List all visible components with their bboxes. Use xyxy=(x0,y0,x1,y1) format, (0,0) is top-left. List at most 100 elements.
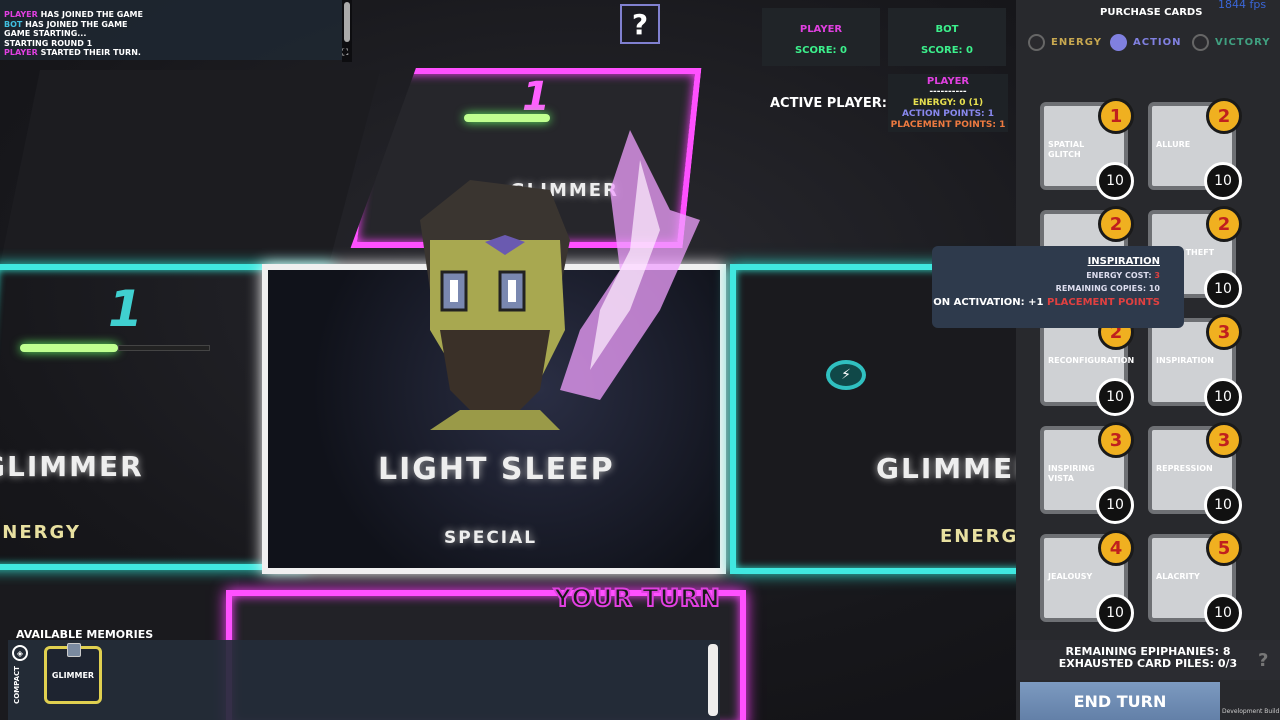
center-card-type: SPECIAL xyxy=(444,528,538,548)
log-entry: STARTING ROUND 1 xyxy=(4,39,352,49)
memories-scrollbar[interactable] xyxy=(708,644,718,716)
log-scroll-thumb[interactable] xyxy=(344,2,350,42)
log-entry: PLAYER HAS JOINED THE GAME xyxy=(4,10,352,20)
compact-label: COMPACT xyxy=(12,666,21,704)
purchase-card-name: INSPIRING VISTA xyxy=(1048,464,1095,483)
log-entry-actor: PLAYER xyxy=(4,48,38,57)
fps-counter: 1844 fps xyxy=(1218,0,1267,11)
purchase-card-copies: 10 xyxy=(1204,162,1242,200)
log-entry: GAME STARTING... xyxy=(4,29,352,39)
card-tooltip: INSPIRATION ENERGY COST: 3 REMAINING COP… xyxy=(932,246,1184,328)
memory-card[interactable]: GLIMMER xyxy=(44,643,102,704)
left-card-energy-bar xyxy=(20,344,118,352)
filter-victory[interactable]: VICTORY xyxy=(1192,34,1271,51)
exhausted-piles: EXHAUSTED CARD PILES: 0/3 xyxy=(1058,657,1238,670)
expand-log-icon[interactable]: ⛶ xyxy=(342,48,352,58)
log-entry-actor: PLAYER xyxy=(4,10,38,19)
purchase-card-cost: 3 xyxy=(1206,314,1242,350)
purchase-card-name: ALACRITY xyxy=(1156,572,1200,581)
log-entry: PLAYER STARTED THEIR TURN. xyxy=(4,48,352,58)
event-log: PLAYER HAS JOINED THE GAME BOT HAS JOINED… xyxy=(0,0,352,60)
purchase-card-name: RECONFIGURATION xyxy=(1048,356,1135,365)
your-turn-banner: YOUR TURN xyxy=(553,583,721,613)
filter-energy[interactable]: ENERGY xyxy=(1028,34,1102,51)
log-entry-text: HAS JOINED THE GAME xyxy=(37,10,143,19)
purchase-card-name: INSPIRATION xyxy=(1156,356,1214,365)
purchase-card-copies: 10 xyxy=(1204,270,1242,308)
compact-icon: ◈ xyxy=(12,645,28,661)
end-turn-button[interactable]: END TURN xyxy=(1020,682,1220,720)
left-card-number: 1 xyxy=(108,280,143,338)
purchase-card-name: REPRESSION xyxy=(1156,464,1213,473)
purchase-card-copies: 10 xyxy=(1096,378,1134,416)
purchase-card-name: SPATIAL GLITCH xyxy=(1048,140,1085,159)
bot-score-box: BOT SCORE: 0 xyxy=(888,8,1006,66)
status-help-icon[interactable]: ? xyxy=(1258,650,1268,671)
purchase-card[interactable]: RECONFIGURATION 2 10 xyxy=(1040,314,1135,416)
active-energy: ENERGY: 0 (1) xyxy=(912,98,984,108)
purchase-card-cost: 2 xyxy=(1206,206,1242,242)
tooltip-activation-label: ON ACTIVATION: +1 xyxy=(933,297,1047,308)
player-score-value: SCORE: 0 xyxy=(794,45,847,56)
filter-label: ENERGY xyxy=(1051,37,1102,48)
active-placement-points: PLACEMENT POINTS: 1 xyxy=(890,120,1006,130)
purchase-card[interactable]: JEALOUSY 4 10 xyxy=(1040,530,1134,632)
center-card-title: LIGHT SLEEP xyxy=(378,452,615,487)
purchase-card[interactable]: ALLURE 2 10 xyxy=(1148,98,1242,200)
tooltip-energy-cost-label: ENERGY COST: xyxy=(1086,271,1155,280)
tooltip-energy-cost: ENERGY COST: 3 xyxy=(932,271,1160,280)
game-status-info: REMAINING EPIPHANIES: 8 EXHAUSTED CARD P… xyxy=(1016,640,1280,680)
filter-radio-icon[interactable] xyxy=(1110,34,1127,51)
bot-score-value: SCORE: 0 xyxy=(920,45,973,56)
active-player-label: ACTIVE PLAYER: xyxy=(770,96,887,111)
purchase-card[interactable]: REPRESSION 3 10 xyxy=(1148,422,1242,524)
filter-action[interactable]: ACTION xyxy=(1110,34,1182,51)
log-entry: BOT HAS JOINED THE GAME xyxy=(4,20,352,30)
tooltip-title: INSPIRATION xyxy=(1087,256,1160,267)
filter-radio-icon[interactable] xyxy=(1028,34,1045,51)
purchase-card-name: JEALOUSY xyxy=(1048,572,1093,581)
filter-label: VICTORY xyxy=(1215,37,1271,48)
purchase-card[interactable]: SPATIAL GLITCH 1 10 xyxy=(1040,98,1134,200)
purchase-card[interactable]: ALACRITY 5 10 xyxy=(1148,530,1242,632)
log-entry-text: STARTING ROUND 1 xyxy=(4,38,93,48)
purchase-card-copies: 10 xyxy=(1096,486,1134,524)
purchase-card-name: ALLURE xyxy=(1156,140,1191,149)
filter-radio-icon[interactable] xyxy=(1192,34,1209,51)
compact-toggle[interactable]: ◈ COMPACT xyxy=(12,645,32,715)
memory-card-tab-icon xyxy=(67,643,81,657)
bot-score-name: BOT xyxy=(935,24,959,35)
purchase-card-cost: 2 xyxy=(1098,206,1134,242)
purchase-card-copies: 10 xyxy=(1096,594,1134,632)
purchase-card-copies: 10 xyxy=(1204,594,1242,632)
purchase-card[interactable]: INSPIRING VISTA 3 10 xyxy=(1040,422,1134,524)
player-score-box: PLAYER SCORE: 0 xyxy=(762,8,880,66)
memories-title: AVAILABLE MEMORIES xyxy=(16,628,154,641)
memories-bar xyxy=(8,640,720,720)
rules-help-button[interactable]: ? xyxy=(620,4,660,44)
player-score-name: PLAYER xyxy=(799,24,843,35)
magic-flame-effect xyxy=(560,130,700,400)
log-entry-text: GAME STARTING... xyxy=(4,29,87,38)
purchase-card-copies: 10 xyxy=(1204,378,1242,416)
purchase-card[interactable]: INSPIRATION 3 10 xyxy=(1148,314,1242,416)
log-entry-text: HAS JOINED THE GAME xyxy=(22,19,128,29)
active-action-points: ACTION POINTS: 1 xyxy=(901,109,995,119)
purchase-card-cost: 3 xyxy=(1206,422,1242,458)
tooltip-activation: ON ACTIVATION: +1 PLACEMENT POINTS xyxy=(932,297,1160,308)
filter-label: ACTION xyxy=(1133,37,1182,48)
dev-build-label: Development Build xyxy=(1222,708,1280,715)
left-card-title: GLIMMER xyxy=(0,450,144,483)
purchase-card-cost: 4 xyxy=(1098,530,1134,566)
purchase-card-copies: 10 xyxy=(1204,486,1242,524)
tooltip-remaining: REMAINING COPIES: 10 xyxy=(1055,284,1160,293)
top-card-energy-bar xyxy=(464,114,550,122)
purchase-card-cost: 5 xyxy=(1206,530,1242,566)
purchase-card-cost: 2 xyxy=(1206,98,1242,134)
purchase-card-cost: 1 xyxy=(1098,98,1134,134)
memory-card-label: GLIMMER xyxy=(51,670,95,680)
right-card-title: GLIMMER xyxy=(876,452,1038,485)
purchase-card-copies: 10 xyxy=(1096,162,1134,200)
tooltip-energy-cost-value: 3 xyxy=(1154,271,1160,280)
log-entry-actor: BOT xyxy=(4,19,23,29)
